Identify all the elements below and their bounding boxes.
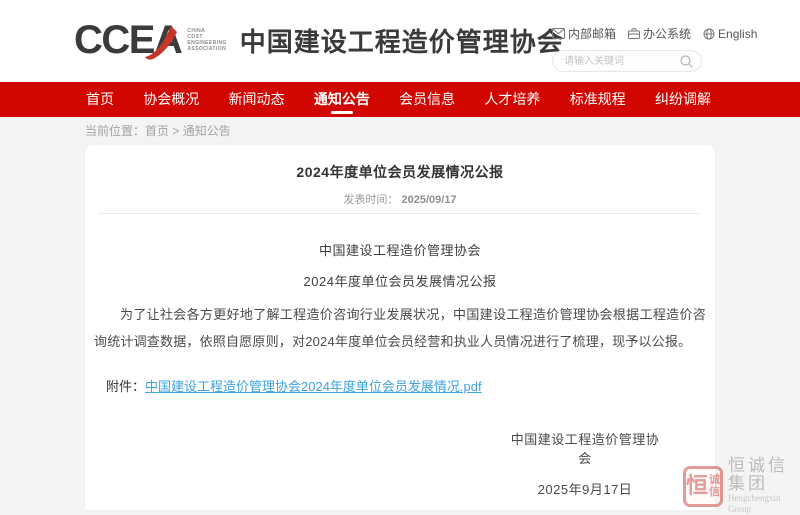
publish-time-label: 发表时间： [343,194,398,206]
watermark-name-cn: 恒诚信集团 [728,457,800,493]
ccea-logo-text: CCEA [74,20,181,60]
ccea-logo-swoosh [144,23,178,61]
body-subtitle-line: 2024年度单位会员发展情况公报 [85,271,715,290]
watermark-text: 恒诚信集团 Hengchengxin Group [728,457,800,515]
site-header: CCEA CHINA COST ENGINEERING ASSOCIATION … [0,0,800,82]
globe-icon [703,28,715,40]
nav-item-about[interactable]: 协会概况 [143,82,199,117]
office-system-link[interactable]: 办公系统 [628,25,691,42]
article-title: 2024年度单位会员发展情况公报 [85,162,715,182]
signature-date: 2025年9月17日 [510,479,660,498]
attachment-label: 附件： [106,379,145,394]
search-input[interactable] [564,52,674,70]
breadcrumb-current[interactable]: 通知公告 [183,124,231,138]
nav-item-members[interactable]: 会员信息 [399,82,455,117]
hengchengxin-watermark: 恒 诚 信 恒诚信集团 Hengchengxin Group [683,457,800,515]
publish-time: 发表时间： 2025/09/17 [85,191,715,207]
breadcrumb: 当前位置：首页 > 通知公告 [85,117,231,145]
briefcase-icon [628,28,640,39]
search-box [552,50,702,72]
envelope-icon [552,28,565,39]
hengchengxin-seal-icon: 恒 诚 信 [683,466,723,507]
breadcrumb-prefix: 当前位置： [85,124,145,138]
search-icon[interactable] [680,55,693,68]
breadcrumb-home[interactable]: 首页 [145,124,169,138]
header-utilities: 内部邮箱 办公系统 English [552,25,702,72]
nav-item-training[interactable]: 人才培养 [484,82,540,117]
publish-time-value: 2025/09/17 [402,194,457,206]
ccea-logo-subtext: CHINA COST ENGINEERING ASSOCIATION [187,28,226,52]
site-title: 中国建设工程造价管理协会 [240,22,564,59]
internal-mail-link[interactable]: 内部邮箱 [552,25,616,42]
nav-item-notices[interactable]: 通知公告 [314,82,370,117]
article-card: 2024年度单位会员发展情况公报 发表时间： 2025/09/17 中国建设工程… [85,145,715,510]
article-paragraph: 为了让社会各方更好地了解工程造价咨询行业发展状况，中国建设工程造价管理协会根据工… [94,301,706,355]
nav-item-home[interactable]: 首页 [86,82,114,117]
watermark-name-en: Hengchengxin Group [728,493,800,515]
title-separator [98,213,700,214]
site-logo[interactable]: CCEA CHINA COST ENGINEERING ASSOCIATION … [74,20,564,60]
attachment-pdf-link[interactable]: 中国建设工程造价管理协会2024年度单位会员发展情况.pdf [145,379,482,394]
signature-block: 中国建设工程造价管理协会 2025年9月17日 [510,429,660,498]
nav-item-disputes[interactable]: 纠纷调解 [655,82,711,117]
english-link[interactable]: English [703,27,757,41]
attachment-row: 附件：中国建设工程造价管理协会2024年度单位会员发展情况.pdf [106,376,482,395]
body-org-line: 中国建设工程造价管理协会 [85,240,715,259]
breadcrumb-separator: > [169,124,183,138]
utility-links: 内部邮箱 办公系统 English [552,25,702,42]
main-nav: 首页 协会概况 新闻动态 通知公告 会员信息 人才培养 标准规程 纠纷调解 [0,82,800,117]
nav-item-standards[interactable]: 标准规程 [570,82,626,117]
signature-org: 中国建设工程造价管理协会 [510,429,660,467]
nav-item-news[interactable]: 新闻动态 [229,82,285,117]
